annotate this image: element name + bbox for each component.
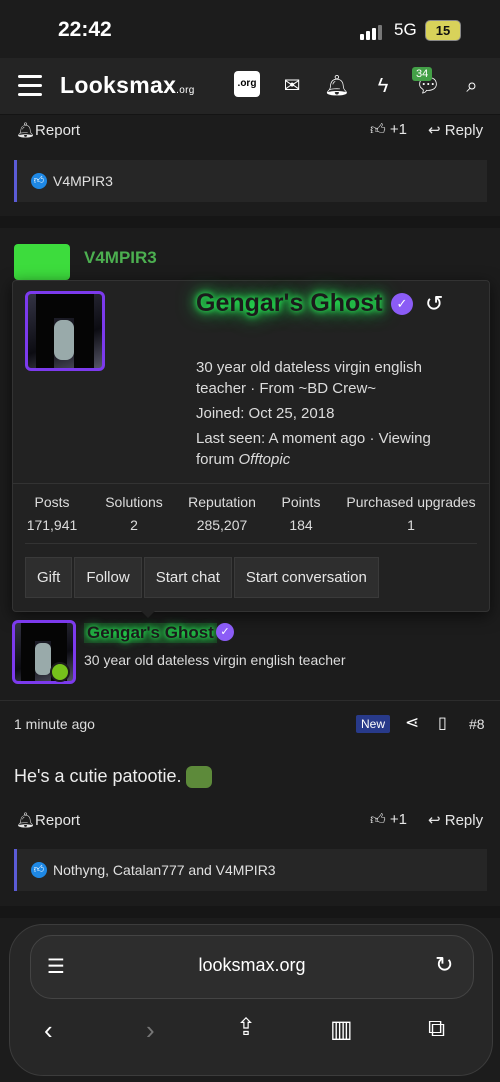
like-button[interactable]: 👍︎ +1 — [370, 121, 407, 139]
status-bar: 22:42 5G 15 — [0, 0, 500, 58]
menu-icon[interactable] — [18, 75, 42, 97]
back-icon[interactable]: ‹ — [44, 1015, 53, 1046]
top-navbar: Looksmax.org .org ✉ 🔔︎ ϟ 💬︎ 34 ⌕ — [0, 58, 500, 115]
logo-text: Looksmax — [60, 72, 177, 98]
post-author-name[interactable]: Gengar's Ghost — [84, 623, 217, 643]
bio-line-2: teacher · From ~BD Crew~ — [196, 380, 377, 397]
logo-suffix: .org — [176, 85, 195, 96]
gift-button[interactable]: Gift — [25, 557, 73, 598]
reload-icon[interactable]: ↻ — [435, 952, 453, 978]
tooltip-pointer — [139, 609, 157, 618]
thumbs-up-icon: 👍︎ — [370, 811, 386, 828]
post-body: He's a cutie patootie. — [14, 766, 212, 789]
reply-arrow-icon: ↩ — [428, 812, 441, 829]
stat-reputation[interactable]: Reputation 285,207 — [183, 494, 261, 533]
tabs-icon[interactable]: ⧉ — [428, 1015, 445, 1043]
start-conversation-button[interactable]: Start conversation — [233, 557, 379, 598]
member-tooltip-card: Gengar's Ghost ✓ ↺ 30 year old dateless … — [12, 280, 490, 612]
history-icon[interactable]: ↺ — [425, 291, 443, 317]
forward-icon[interactable]: › — [146, 1015, 155, 1046]
clock: 22:42 — [58, 18, 112, 41]
post-reply-button[interactable]: ↩ Reply — [428, 811, 483, 829]
online-status-icon — [50, 662, 70, 682]
stat-solutions[interactable]: Solutions 2 — [101, 494, 167, 533]
new-badge: New — [356, 715, 391, 733]
post-number[interactable]: #8 — [469, 716, 485, 732]
url-text[interactable]: looksmax.org — [31, 955, 473, 976]
last-seen-forum[interactable]: Offtopic — [239, 451, 291, 468]
post-report-label: Report — [35, 812, 81, 829]
lightning-icon[interactable]: ϟ — [369, 72, 397, 100]
like-count: +1 — [389, 121, 407, 138]
share-icon[interactable]: ⇪ — [236, 1013, 256, 1042]
reaction-summary[interactable]: 👍︎ V4MPIR3 — [14, 160, 487, 202]
profile-stats: Posts 171,941 Solutions 2 Reputation 285,20… — [13, 483, 489, 544]
thumbs-up-icon: 👍︎ — [370, 121, 386, 138]
joined-date: Joined: Oct 25, 2018 — [196, 405, 335, 422]
report-label: Report — [35, 122, 81, 139]
post-divider — [0, 216, 500, 228]
address-bar[interactable]: ☰ looksmax.org ↻ — [30, 935, 474, 999]
verified-small-icon: ✓ — [216, 623, 234, 641]
search-icon[interactable]: ⌕ — [458, 72, 486, 100]
stats-divider — [25, 543, 477, 544]
battery-level: 15 — [435, 23, 451, 38]
bell-small-icon: 🔔︎ — [16, 122, 36, 139]
post-reply-label: Reply — [444, 812, 484, 829]
post-reaction-users: Nothyng, Catalan777 and V4MPIR3 — [53, 861, 276, 878]
post-author-title: 30 year old dateless virgin english teac… — [84, 652, 346, 668]
post-timestamp[interactable]: 1 minute ago — [14, 716, 95, 732]
username-v4mpir3[interactable]: V4MPIR3 — [84, 248, 157, 268]
bell-icon[interactable]: 🔔︎ — [323, 72, 351, 100]
chat-count-badge: 34 — [412, 67, 433, 81]
post-report-link[interactable]: 🔔︎Report — [16, 811, 80, 829]
org-badge-icon[interactable]: .org — [234, 71, 260, 97]
site-logo[interactable]: Looksmax.org — [60, 72, 195, 99]
reply-button[interactable]: ↩ Reply — [428, 121, 483, 139]
profile-actions: Gift Follow Start chat Start conversation — [25, 557, 381, 598]
browser-toolbar: ☰ looksmax.org ↻ ‹ › ⇪ ▥ ⧉ — [9, 924, 493, 1076]
bio-line-1: 30 year old dateless virgin english — [196, 359, 422, 376]
like-reaction-icon: 👍︎ — [31, 172, 47, 189]
pepe-emoji-icon — [185, 766, 212, 789]
stat-purchased-upgrades[interactable]: Purchased upgrades 1 — [343, 494, 479, 533]
like-reaction-icon: 👍︎ — [31, 861, 47, 878]
post-reaction-summary[interactable]: 👍︎ Nothyng, Catalan777 and V4MPIR3 — [14, 849, 487, 891]
verified-icon: ✓ — [391, 293, 413, 315]
mail-icon[interactable]: ✉ — [278, 72, 306, 100]
reply-arrow-icon: ↩ — [428, 122, 441, 139]
last-seen-line-2: forum — [196, 451, 239, 468]
signal-icon — [360, 22, 384, 40]
profile-username[interactable]: Gengar's Ghost — [196, 289, 383, 318]
share-icon[interactable]: ⋖ — [405, 713, 419, 733]
follow-button[interactable]: Follow — [74, 557, 142, 598]
post-body-text: He's a cutie patootie. — [14, 766, 182, 786]
last-seen: Last seen: A moment ago · Viewing forum … — [196, 428, 431, 470]
post-like-count: +1 — [389, 811, 407, 828]
network-type: 5G — [394, 20, 417, 39]
user-avatar-v4mpir3[interactable] — [14, 244, 70, 280]
reply-label: Reply — [444, 122, 484, 139]
post-divider — [0, 906, 500, 918]
bell-small-icon: 🔔︎ — [16, 812, 36, 829]
stat-posts[interactable]: Posts 171,941 — [21, 494, 83, 533]
report-link[interactable]: 🔔︎Report — [16, 121, 80, 139]
bookmarks-icon[interactable]: ▥ — [330, 1015, 353, 1044]
last-seen-line-1: Last seen: A moment ago · Viewing — [196, 430, 431, 447]
post-header-divider — [0, 700, 500, 701]
profile-avatar[interactable] — [25, 291, 105, 371]
stat-points[interactable]: Points 184 — [275, 494, 327, 533]
start-chat-button[interactable]: Start chat — [143, 557, 232, 598]
battery-icon: 15 — [425, 20, 461, 41]
reaction-users: V4MPIR3 — [53, 172, 113, 189]
bookmark-icon[interactable]: ▯ — [438, 713, 447, 733]
post-like-button[interactable]: 👍︎ +1 — [370, 811, 407, 829]
profile-bio: 30 year old dateless virgin english teac… — [196, 357, 422, 399]
